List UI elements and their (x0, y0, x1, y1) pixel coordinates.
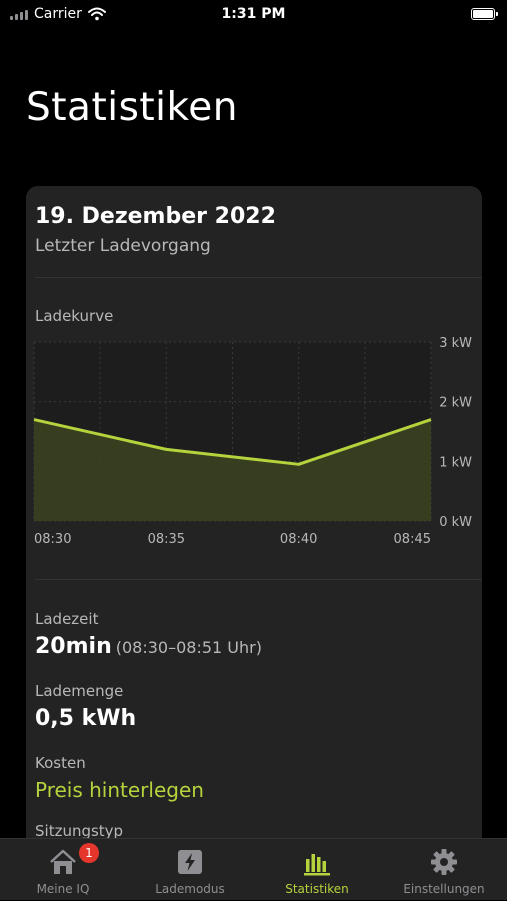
x-tick-label: 08:45 (394, 532, 431, 547)
battery-icon (471, 8, 498, 20)
amount-value: 0,5 kWh (35, 706, 137, 731)
amount-label: Lademenge (35, 682, 124, 700)
y-tick-label: 1 kW (439, 455, 472, 470)
y-tick-label: 0 kW (439, 515, 472, 530)
tab-label: Meine IQ (36, 882, 90, 896)
x-tick-label: 08:30 (34, 532, 71, 547)
last-charge-card: 19. Dezember 2022 Letzter Ladevorgang La… (26, 186, 482, 900)
costs-label: Kosten (35, 754, 86, 772)
set-price-link[interactable]: Preis hinterlegen (35, 778, 204, 802)
bar-chart-icon (304, 854, 330, 876)
charging-time-label: Ladezeit (35, 610, 99, 628)
gear-icon (431, 849, 457, 875)
tab-statistiken[interactable]: Statistiken (254, 839, 380, 901)
charging-time-duration: 20min (35, 634, 112, 659)
notification-badge: 1 (79, 843, 99, 863)
tab-label: Lademodus (155, 882, 225, 896)
y-tick-label: 3 kW (439, 336, 472, 351)
tab-label: Einstellungen (403, 882, 485, 896)
y-tick-label: 2 kW (439, 396, 472, 411)
tab-label: Statistiken (285, 882, 349, 896)
charge-curve-chart: 0 kW 1 kW 2 kW 3 kW 08:30 08:35 08:40 08:45 (33, 336, 472, 547)
lightning-icon (178, 850, 202, 874)
page-title: Statistiken (26, 85, 238, 130)
x-tick-label: 08:40 (280, 532, 317, 547)
tab-bar: 1 Meine IQ Lademodus Statistiken Einstel… (0, 838, 507, 900)
charging-time-range: (08:30–08:51 Uhr) (115, 638, 262, 657)
status-bar: Carrier 1:31 PM (0, 0, 507, 30)
home-icon (50, 849, 76, 874)
divider (35, 579, 482, 580)
tab-lademodus[interactable]: Lademodus (127, 839, 253, 901)
tab-einstellungen[interactable]: Einstellungen (381, 839, 507, 901)
status-time: 1:31 PM (221, 6, 286, 22)
tab-meine-iq[interactable]: 1 Meine IQ (0, 839, 126, 901)
charging-time-value: 20min (08:30–08:51 Uhr) (35, 634, 262, 659)
x-tick-label: 08:35 (148, 532, 185, 547)
